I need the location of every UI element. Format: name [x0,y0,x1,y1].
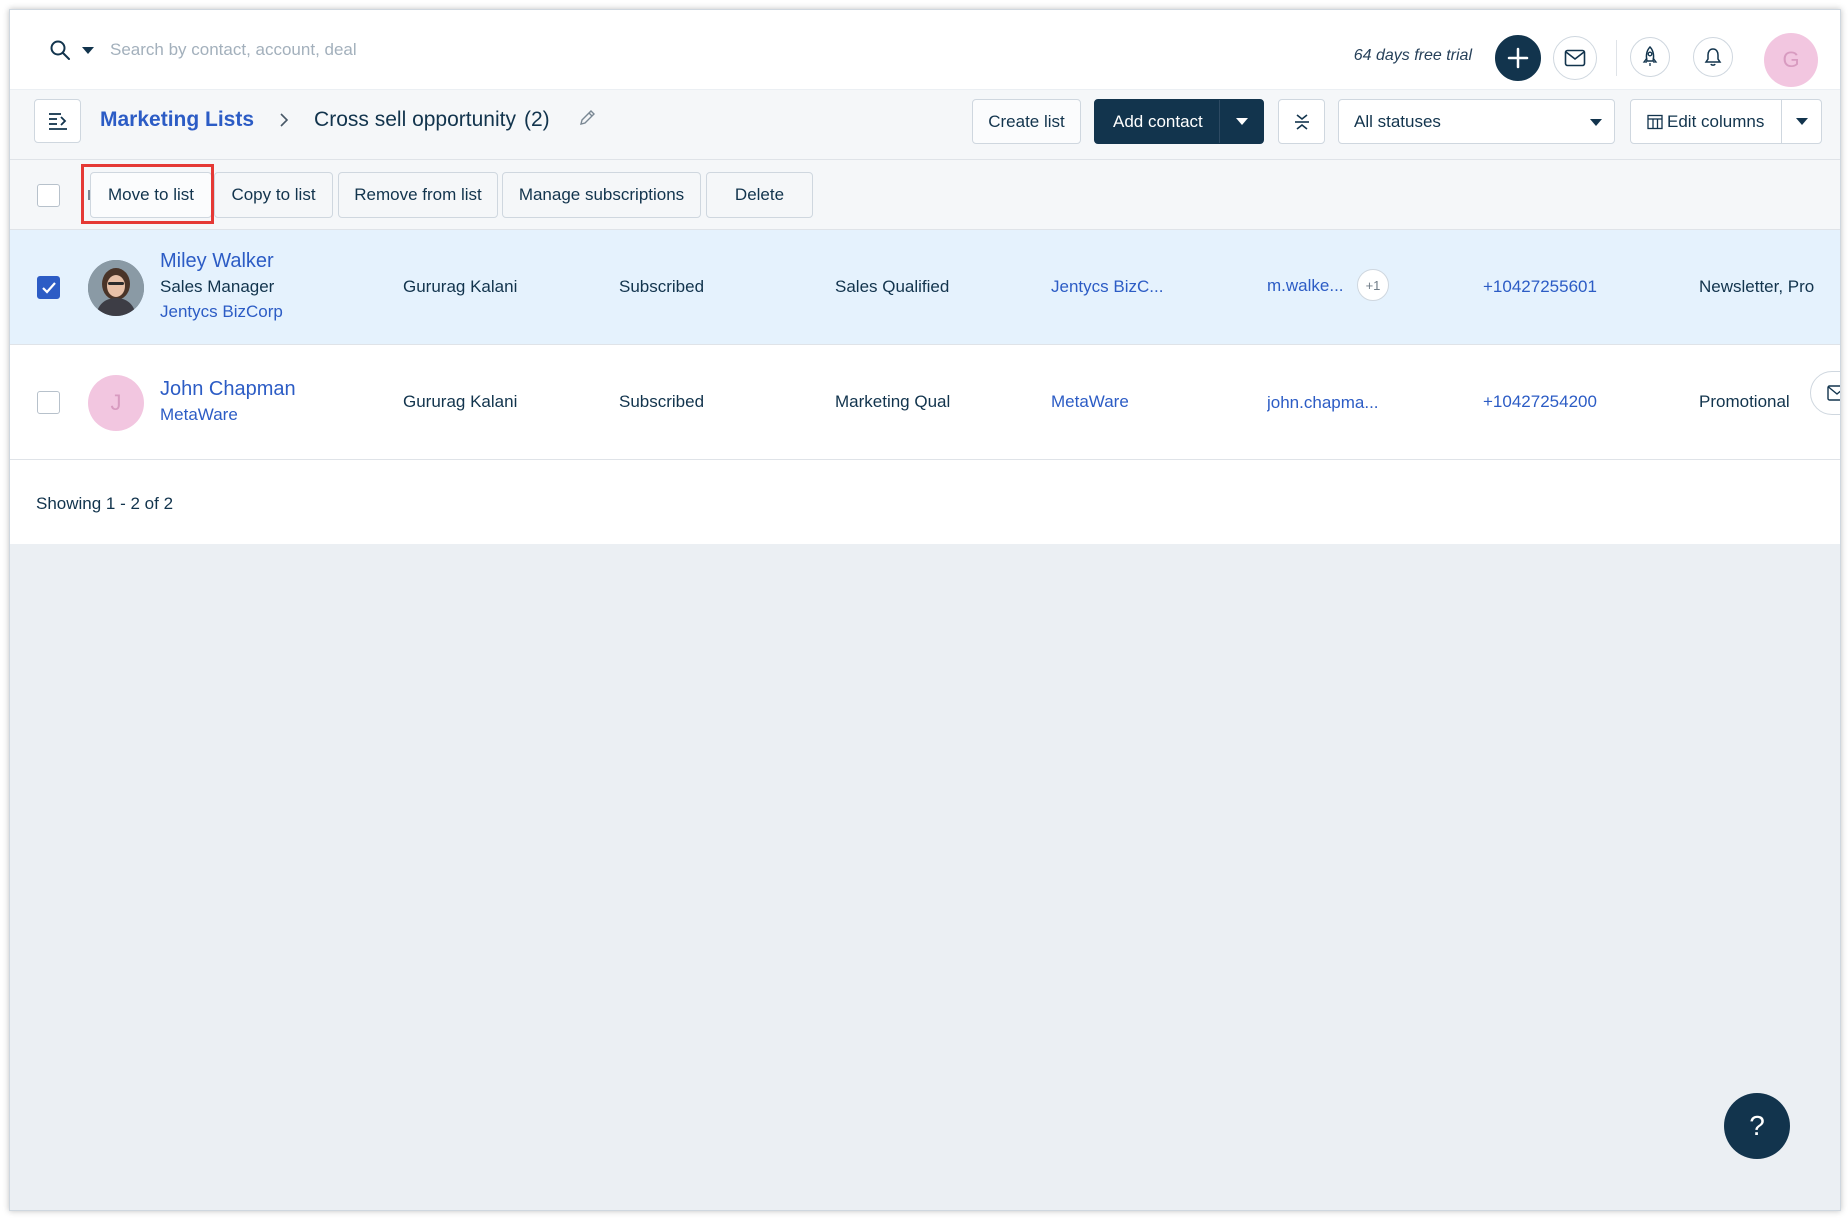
edit-columns-dropdown[interactable] [1781,100,1821,143]
create-list-button[interactable]: Create list [972,99,1081,144]
search-scope-toggle[interactable] [48,38,94,62]
quick-add-button[interactable] [1495,35,1541,81]
lists-cell: Promotional [1699,392,1790,411]
user-avatar[interactable]: G [1764,33,1818,87]
breadcrumb: Marketing Lists Cross sell opportunity (… [100,108,598,132]
checkmark-icon [41,281,56,294]
avatar [88,260,144,316]
add-contact-dropdown[interactable] [1219,100,1263,143]
rocket-icon [1642,46,1658,66]
account-link[interactable]: MetaWare [1051,392,1171,412]
filter-button[interactable] [1278,99,1325,144]
lifecycle-stage-cell: Marketing Qual [835,392,951,411]
breadcrumb-marketing-lists[interactable]: Marketing Lists [100,108,254,132]
chevron-down-icon [1590,119,1602,126]
trial-status-text: 64 days free trial [1353,47,1472,64]
edit-columns-button[interactable]: Edit columns [1630,99,1822,144]
search-icon [50,40,70,60]
chevron-down-icon [1235,118,1248,125]
lists-cell: Newsletter, Pro [1699,277,1815,296]
delete-button[interactable]: Delete [706,172,813,218]
toolbar-divider [1616,40,1617,76]
collapse-sidebar-icon [48,113,67,130]
add-contact-button[interactable]: Add contact [1094,99,1264,144]
row-checkbox[interactable] [37,391,60,414]
table-row[interactable]: Miley Walker Sales Manager Jentycs BizCo… [10,230,1840,345]
phone-link[interactable]: +10427254200 [1483,392,1601,412]
pencil-icon[interactable] [578,107,598,127]
lifecycle-stage-cell: Sales Qualified [835,277,950,296]
contact-company-link[interactable]: Jentycs BizCorp [160,302,283,322]
row-checkbox[interactable] [37,276,60,299]
avatar: J [88,375,144,431]
table-footer: Showing 1 - 2 of 2 [10,460,1840,544]
more-emails-badge[interactable]: +1 [1357,269,1389,301]
columns-icon [1647,114,1663,129]
plus-icon [1507,47,1529,69]
subscription-status-cell: Subscribed [619,277,705,296]
current-list-count: (2) [523,108,550,131]
contact-company-link[interactable]: MetaWare [160,405,238,425]
filter-icon [1294,113,1309,130]
bulk-action-bar: Move to list Copy to list Remove from li… [10,160,1840,230]
email-button[interactable] [1553,36,1597,80]
current-list-name: Cross sell opportunity [314,108,516,131]
chevron-down-icon [1796,118,1808,125]
mail-icon [1827,385,1840,401]
contact-photo [88,260,144,316]
notifications-button[interactable] [1693,37,1733,77]
move-to-list-button[interactable]: Move to list [90,172,212,218]
pagination-summary: Showing 1 - 2 of 2 [36,494,174,513]
owner-cell: Gururag Kalani [403,392,518,411]
subscription-status-cell: Subscribed [619,392,705,411]
phone-link[interactable]: +10427255601 [1483,277,1601,297]
top-bar: 64 days free trial [10,10,1840,90]
select-all-checkbox[interactable] [37,184,60,207]
chevron-right-icon [280,113,289,127]
contact-job-title: Sales Manager [160,277,275,296]
remove-from-list-button[interactable]: Remove from list [338,172,498,218]
email-link[interactable]: john.chapma... [1267,393,1385,413]
edit-columns-label: Edit columns [1667,111,1765,131]
mail-icon [1564,49,1586,67]
bell-icon [1704,48,1722,66]
contact-name-link[interactable]: John Chapman [160,378,296,401]
help-button[interactable]: ? [1724,1093,1790,1159]
app-frame: 64 days free trial [9,9,1841,1211]
list-header: Marketing Lists Cross sell opportunity (… [10,90,1840,160]
table-row[interactable]: J John Chapman MetaWare Gururag Kalani S… [10,345,1840,460]
account-link[interactable]: Jentycs BizC... [1051,277,1171,297]
copy-to-list-button[interactable]: Copy to list [214,172,333,218]
sidebar-toggle-button[interactable] [34,99,81,143]
contact-name-link[interactable]: Miley Walker [160,250,274,273]
status-filter-select[interactable]: All statuses [1338,99,1615,144]
manage-subscriptions-button[interactable]: Manage subscriptions [502,172,701,218]
chevron-down-icon [82,46,94,54]
owner-cell: Gururag Kalani [403,277,518,296]
status-filter-value: All statuses [1354,111,1441,131]
getting-started-button[interactable] [1630,37,1670,77]
search-input[interactable] [110,36,710,64]
add-contact-label: Add contact [1113,111,1203,131]
